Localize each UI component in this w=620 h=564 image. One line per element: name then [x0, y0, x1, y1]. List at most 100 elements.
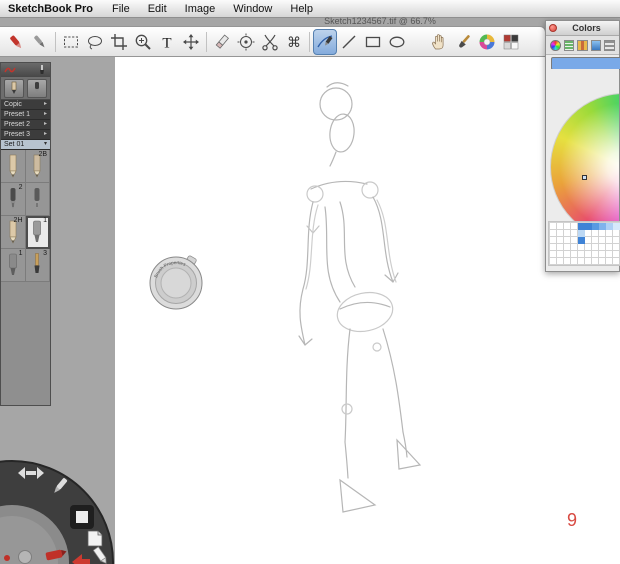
rect-select-tool[interactable]: [59, 29, 83, 55]
page-number: 9: [567, 510, 578, 530]
brush-cell[interactable]: [25, 183, 50, 216]
tab-sliders-icon[interactable]: [563, 39, 575, 51]
swatch-cell[interactable]: [592, 223, 599, 230]
text-tool-icon: T: [162, 35, 171, 51]
command-shortcuts-tool[interactable]: ⌘: [282, 29, 306, 55]
color-panel-tabs: [546, 36, 619, 55]
paintbrush-icon: [459, 34, 470, 48]
brush-palette-panel: Copic ▸ Preset 1 ▸ Preset 2 ▸ Preset 3 ▸ Set…: [0, 62, 51, 406]
lagoon-selected-tool[interactable]: [70, 505, 94, 529]
menu-image[interactable]: Image: [176, 3, 225, 15]
pen-brush-icon: [34, 188, 40, 209]
corner-lagoon[interactable]: [0, 444, 130, 564]
gray-puck-icon[interactable]: [18, 550, 32, 564]
chevron-down-icon: ▾: [43, 141, 47, 147]
brush-cell[interactable]: [1, 150, 26, 183]
menu-edit[interactable]: Edit: [139, 3, 176, 15]
airbrush-tool[interactable]: [234, 29, 258, 55]
color-search-input[interactable]: [551, 56, 620, 70]
crop-tool[interactable]: [107, 29, 131, 55]
new-page-icon[interactable]: [87, 530, 103, 547]
chevron-right-icon: ▸: [43, 111, 47, 117]
swatch-cell[interactable]: [578, 230, 585, 237]
draw-style-tool[interactable]: [313, 28, 337, 55]
rectangle-icon: [365, 36, 381, 47]
red-squiggle-icon: [4, 67, 16, 73]
brush-panel-header: [1, 63, 50, 77]
zoom-icon: [135, 34, 151, 50]
puck-inner-disc: [160, 267, 192, 299]
tab-palette-icon[interactable]: [577, 39, 588, 51]
swatch-cell[interactable]: [599, 223, 606, 230]
tab-list-icon[interactable]: [604, 39, 615, 51]
color-wheel[interactable]: [550, 93, 619, 221]
lasso-tool[interactable]: [83, 29, 107, 55]
menu-window[interactable]: Window: [224, 3, 281, 15]
brush-cell[interactable]: 2: [1, 183, 26, 216]
brush-cell[interactable]: 1: [1, 249, 26, 282]
color-wheel-area: [546, 69, 619, 221]
edit-brush-button[interactable]: [27, 78, 47, 98]
brush-grid: 2B 2 2H 1 1 3: [1, 150, 50, 282]
color-panel: Colors: [545, 20, 620, 272]
swatch-cell[interactable]: [606, 223, 613, 230]
move-tool[interactable]: [179, 29, 203, 55]
swatch-sets-tool[interactable]: [499, 29, 523, 55]
pencil-mini-icon: [11, 81, 17, 94]
line-icon: [342, 35, 356, 48]
close-icon[interactable]: [549, 24, 557, 32]
color-wheel-icon: [479, 34, 495, 49]
brush-set-copic[interactable]: Copic ▸: [1, 100, 50, 110]
toolbar: T ⌘: [0, 26, 546, 57]
app-window: SketchBook Pro File Edit Image Window He…: [0, 0, 620, 564]
red-marker-tool[interactable]: [4, 29, 28, 55]
zoom-tool[interactable]: [131, 29, 155, 55]
brush-set-preset1[interactable]: Preset 1 ▸: [1, 110, 50, 120]
swatch-grid[interactable]: [548, 221, 620, 266]
pen-mini-icon: [35, 82, 39, 94]
swatch-cell[interactable]: [578, 237, 585, 244]
ellipse-tool[interactable]: [385, 29, 409, 55]
tab-color-wheel-icon[interactable]: [550, 39, 561, 51]
tab-image-icon[interactable]: [590, 39, 602, 51]
brush-cell-selected[interactable]: 1: [25, 216, 50, 249]
pan-hand-tool[interactable]: [427, 29, 451, 55]
toolbar-separator: [309, 31, 310, 52]
text-tool[interactable]: T: [155, 29, 179, 55]
brush-editor-tool[interactable]: [451, 29, 475, 55]
hand-icon: [432, 33, 444, 49]
brush-cell[interactable]: 3: [25, 249, 50, 282]
menu-help[interactable]: Help: [281, 3, 322, 15]
eraser-icon: [215, 33, 229, 49]
new-brush-button[interactable]: [4, 78, 24, 98]
menu-file[interactable]: File: [103, 3, 139, 15]
menu-app-name[interactable]: SketchBook Pro: [0, 3, 103, 15]
brush-set-set01[interactable]: Set 01 ▾: [1, 140, 50, 150]
toolbar-separator: [55, 31, 56, 52]
ellipse-icon: [389, 36, 405, 47]
crop-icon: [111, 33, 127, 50]
color-panel-titlebar: Colors: [546, 21, 619, 36]
brush-set-preset2[interactable]: Preset 2 ▸: [1, 120, 50, 130]
color-wheel-marker: [582, 175, 587, 180]
red-dot-icon[interactable]: [4, 555, 10, 561]
line-tool[interactable]: [337, 29, 361, 55]
color-wheel-tool[interactable]: [475, 29, 499, 55]
rectangle-tool[interactable]: [361, 29, 385, 55]
command-icon: ⌘: [287, 34, 301, 50]
lasso-icon: [88, 35, 102, 49]
swatch-sets-icon: [503, 34, 519, 49]
brush-panel-toolrow: [1, 77, 50, 100]
brush-properties-puck[interactable]: Brush Properties: [148, 255, 204, 311]
brush-cell[interactable]: 2B: [25, 150, 50, 183]
scissors-tool[interactable]: [258, 29, 282, 55]
swatch-cell[interactable]: [578, 223, 585, 230]
color-panel-title: Colors: [572, 23, 601, 33]
eraser-tool[interactable]: [210, 29, 234, 55]
swatch-cell[interactable]: [613, 223, 620, 230]
document-title: Sketch1234567.tif @ 66.7%: [324, 16, 436, 26]
brush-set-preset3[interactable]: Preset 3 ▸: [1, 130, 50, 140]
gray-brush-tool[interactable]: [28, 29, 52, 55]
swatch-cell[interactable]: [585, 223, 592, 230]
brush-cell[interactable]: 2H: [1, 216, 26, 249]
